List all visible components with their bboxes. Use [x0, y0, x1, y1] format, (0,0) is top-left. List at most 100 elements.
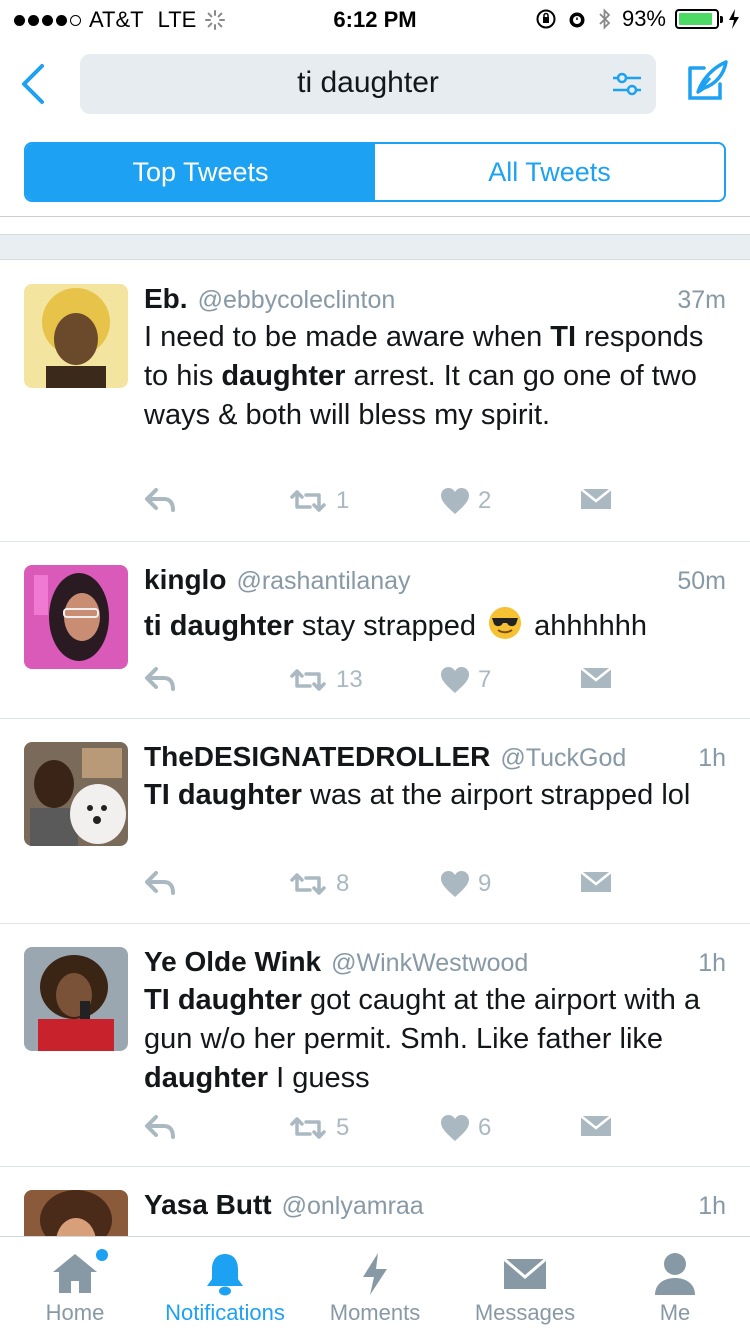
status-bar: AT&T LTE 6:12 PM 93%: [0, 0, 750, 40]
retweet-button[interactable]: 5: [288, 1114, 349, 1142]
like-button[interactable]: 6: [440, 1114, 491, 1142]
tweet-time: 1h: [698, 1192, 726, 1220]
tweet-author-handle[interactable]: @rashantilanay: [236, 567, 410, 596]
filter-sliders-icon[interactable]: [612, 70, 642, 98]
tweet-time: 1h: [698, 949, 726, 977]
reply-icon: [145, 488, 175, 512]
retweet-icon: [290, 1117, 326, 1139]
tab-top-tweets[interactable]: Top Tweets: [26, 144, 375, 200]
tweet-author-handle[interactable]: @TuckGod: [500, 744, 626, 773]
search-query: ti daughter: [297, 66, 439, 99]
envelope-icon: [580, 667, 612, 688]
sunglasses-emoji: [488, 606, 522, 651]
reply-icon: [145, 871, 175, 895]
orientation-lock-icon: [536, 9, 556, 29]
tweet-author-name[interactable]: Yasa Butt: [144, 1189, 272, 1221]
alarm-icon: [569, 12, 585, 28]
reply-button[interactable]: [144, 487, 176, 513]
heart-icon: [441, 871, 469, 897]
tweet-filter-segmented-control: Top Tweets All Tweets: [24, 142, 726, 202]
lightning-icon: [363, 1253, 387, 1295]
tab-messages[interactable]: Messages: [450, 1237, 600, 1334]
retweet-count: 8: [336, 870, 350, 897]
charging-bolt-icon: [729, 9, 739, 29]
retweet-count: 5: [336, 1114, 350, 1141]
tweet-card[interactable]: Ye Olde Wink @WinkWestwood 1h TI daughte…: [0, 924, 750, 1167]
avatar[interactable]: [24, 947, 128, 1051]
home-icon: [53, 1254, 97, 1293]
retweet-icon: [290, 490, 326, 512]
tweet-author-handle[interactable]: @onlyamraa: [282, 1192, 424, 1221]
direct-message-button[interactable]: [580, 666, 612, 690]
tweet-header: Yasa Butt @onlyamraa 1h: [144, 1189, 726, 1221]
avatar[interactable]: [24, 1190, 128, 1236]
retweet-icon: [290, 669, 326, 691]
like-count: 6: [478, 1114, 492, 1141]
retweet-button[interactable]: 13: [288, 666, 363, 694]
tweet-time: 50m: [677, 567, 726, 595]
like-button[interactable]: 9: [440, 870, 491, 898]
tweet-actions: 13 7: [144, 666, 644, 700]
tab-label: Me: [659, 1300, 691, 1325]
reply-button[interactable]: [144, 870, 176, 896]
tweet-header: TheDESIGNATEDROLLER @TuckGod 1h: [144, 741, 726, 773]
tweet-card[interactable]: Eb. @ebbycoleclinton 37m I need to be ma…: [0, 261, 750, 542]
tweet-author-name[interactable]: Ye Olde Wink: [144, 946, 321, 978]
avatar[interactable]: [24, 284, 128, 388]
envelope-icon: [503, 1257, 547, 1289]
tweet-card[interactable]: TheDESIGNATEDROLLER @TuckGod 1h TI daugh…: [0, 719, 750, 924]
new-tweets-dot: [96, 1249, 108, 1261]
tweet-text: TI daughter was at the airport strapped …: [144, 779, 691, 811]
reply-icon: [145, 1115, 175, 1139]
back-chevron-icon[interactable]: [18, 62, 48, 106]
tweet-author-name[interactable]: kinglo: [144, 564, 226, 596]
like-count: 9: [478, 870, 492, 897]
tab-notifications[interactable]: Notifications: [150, 1237, 300, 1334]
like-button[interactable]: 2: [440, 487, 491, 515]
like-count: 2: [478, 487, 492, 514]
direct-message-button[interactable]: [580, 1114, 612, 1138]
compose-quill-icon[interactable]: [684, 58, 730, 104]
tweet-card[interactable]: kinglo @rashantilanay 50m ti daughter st…: [0, 542, 750, 719]
tab-label: Moments: [329, 1300, 421, 1325]
retweet-button[interactable]: 8: [288, 870, 349, 898]
tweet-header: Ye Olde Wink @WinkWestwood 1h: [144, 946, 726, 978]
heart-icon: [441, 488, 469, 514]
section-gap: [0, 234, 750, 260]
retweet-count: 13: [336, 666, 363, 693]
bell-icon: [207, 1254, 243, 1296]
like-button[interactable]: 7: [440, 666, 491, 694]
tweet-actions: 1 2: [144, 487, 644, 521]
reply-icon: [145, 667, 175, 691]
retweet-count: 1: [336, 487, 350, 514]
tab-all-tweets[interactable]: All Tweets: [375, 144, 724, 200]
heart-icon: [441, 667, 469, 693]
tweet-author-name[interactable]: Eb.: [144, 283, 188, 315]
tweet-text: ti daughter stay strapped ahhhhhh: [144, 606, 724, 651]
tweet-card[interactable]: Yasa Butt @onlyamraa 1h: [0, 1167, 750, 1236]
tab-label: Home: [45, 1300, 105, 1325]
tab-me[interactable]: Me: [600, 1237, 750, 1334]
status-right: 93%: [535, 6, 740, 32]
direct-message-button[interactable]: [580, 487, 612, 511]
direct-message-button[interactable]: [580, 870, 612, 894]
tweet-text: TI daughter got caught at the airport wi…: [144, 984, 701, 1094]
search-input[interactable]: ti daughter: [80, 54, 656, 114]
divider: [0, 216, 750, 217]
avatar[interactable]: [24, 565, 128, 669]
search-header: ti daughter: [0, 40, 750, 130]
tab-moments[interactable]: Moments: [300, 1237, 450, 1334]
tab-label: Messages: [474, 1300, 576, 1325]
person-icon: [655, 1253, 695, 1295]
tweet-time: 37m: [677, 286, 726, 314]
tweet-header: Eb. @ebbycoleclinton 37m: [144, 283, 726, 315]
tweet-author-name[interactable]: TheDESIGNATEDROLLER: [144, 741, 490, 773]
reply-button[interactable]: [144, 1114, 176, 1140]
avatar[interactable]: [24, 742, 128, 846]
retweet-button[interactable]: 1: [288, 487, 349, 515]
tweet-author-handle[interactable]: @WinkWestwood: [331, 949, 528, 978]
tweet-text: I need to be made aware when TI responds…: [144, 321, 704, 431]
tab-home[interactable]: Home: [0, 1237, 150, 1334]
reply-button[interactable]: [144, 666, 176, 692]
tweet-author-handle[interactable]: @ebbycoleclinton: [198, 286, 396, 315]
